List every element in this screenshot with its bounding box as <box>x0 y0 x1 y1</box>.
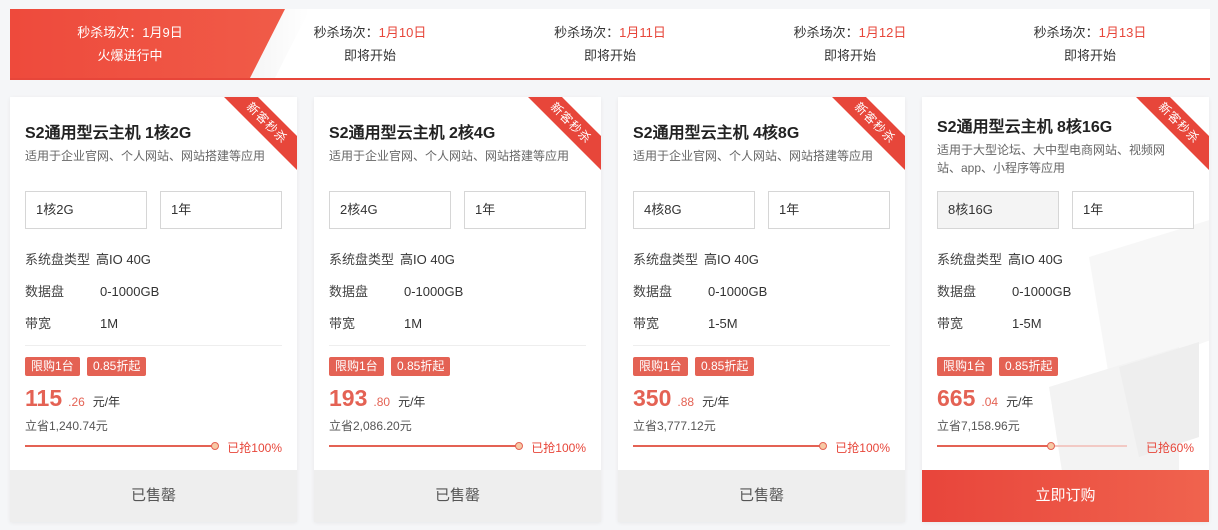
spec-data-disk: 数据盘 0-1000GB <box>25 284 160 299</box>
sold-out-button[interactable]: 已售罄 <box>618 470 905 522</box>
grabbed-percent: 已抢100% <box>531 441 586 455</box>
tab-jan-12[interactable]: 秒杀场次：1月12日 即将开始 <box>730 9 970 78</box>
tab-prefix: 秒杀场次： <box>77 25 143 40</box>
grabbed-percent: 已抢100% <box>835 441 890 455</box>
spec-disk-type: 系统盘类型 高IO 40G <box>329 252 455 267</box>
card-title: S2通用型云主机 4核8G <box>633 125 800 142</box>
tab-status: 即将开始 <box>583 48 636 63</box>
tab-prefix: 秒杀场次： <box>1033 25 1099 40</box>
progress-knob <box>1047 442 1055 450</box>
divider <box>25 345 282 346</box>
limit-tag: 限购1台 <box>633 357 688 376</box>
tab-date: 1月13日 <box>1098 25 1147 40</box>
tab-prefix: 秒杀场次： <box>793 25 859 40</box>
savings-text: 立省7,158.96元 <box>937 419 1020 433</box>
progress-knob <box>515 442 523 450</box>
spec-data-disk: 数据盘 0-1000GB <box>937 284 1072 299</box>
tab-jan-10[interactable]: 秒杀场次：1月10日 即将开始 <box>250 9 490 78</box>
tab-jan-9[interactable]: 秒杀场次：1月9日 火爆进行中 <box>10 9 250 78</box>
card-title: S2通用型云主机 8核16G <box>937 119 1113 136</box>
config-select[interactable]: 4核8G <box>633 191 755 229</box>
progress-fill <box>329 445 519 447</box>
discount-tag: 0.85折起 <box>391 357 451 376</box>
sold-progress-bar <box>633 442 827 450</box>
price: 350.88 元/年 <box>633 385 730 411</box>
spec-bandwidth: 带宽 1-5M <box>937 316 1042 331</box>
order-now-button[interactable]: 立即订购 <box>922 470 1209 522</box>
savings-text: 立省2,086.20元 <box>329 419 412 433</box>
grabbed-percent: 已抢100% <box>227 441 282 455</box>
tab-date: 1月9日 <box>142 25 183 40</box>
card-description: 适用于企业官网、个人网站、网站搭建等应用 <box>633 149 874 163</box>
tab-status: 火爆进行中 <box>97 48 163 63</box>
tab-jan-11[interactable]: 秒杀场次：1月11日 即将开始 <box>490 9 730 78</box>
product-card: 新客秒杀 S2通用型云主机 1核2G 适用于企业官网、个人网站、网站搭建等应用 … <box>10 97 297 522</box>
config-select[interactable]: 2核4G <box>329 191 451 229</box>
tab-date: 1月10日 <box>378 25 427 40</box>
tab-prefix: 秒杀场次： <box>554 25 620 40</box>
tab-date: 1月12日 <box>858 25 907 40</box>
product-card: 新客秒杀 S2通用型云主机 4核8G 适用于企业官网、个人网站、网站搭建等应用 … <box>618 97 905 522</box>
card-title: S2通用型云主机 1核2G <box>25 125 192 142</box>
tab-date: 1月11日 <box>619 25 666 40</box>
price: 193.80 元/年 <box>329 385 426 411</box>
card-description: 适用于企业官网、个人网站、网站搭建等应用 <box>25 149 266 163</box>
spec-bandwidth: 带宽 1-5M <box>633 316 738 331</box>
tab-jan-13[interactable]: 秒杀场次：1月13日 即将开始 <box>970 9 1210 78</box>
spec-data-disk: 数据盘 0-1000GB <box>633 284 768 299</box>
spec-disk-type: 系统盘类型 高IO 40G <box>25 252 151 267</box>
term-select[interactable]: 1年 <box>160 191 282 229</box>
spec-bandwidth: 带宽 1M <box>329 316 423 331</box>
price: 665.04 元/年 <box>937 385 1034 411</box>
progress-knob <box>211 442 219 450</box>
savings-text: 立省3,777.12元 <box>633 419 716 433</box>
sold-progress-bar <box>25 442 219 450</box>
product-card: 新客秒杀 S2通用型云主机 8核16G 适用于大型论坛、大中型电商网站、视频网站… <box>922 97 1209 522</box>
limit-tag: 限购1台 <box>25 357 80 376</box>
sold-out-button[interactable]: 已售罄 <box>10 470 297 522</box>
tab-prefix: 秒杀场次： <box>313 25 379 40</box>
tab-status: 即将开始 <box>1063 48 1116 63</box>
limit-tag: 限购1台 <box>329 357 384 376</box>
divider <box>329 345 586 346</box>
discount-tag: 0.85折起 <box>999 357 1059 376</box>
config-select[interactable]: 1核2G <box>25 191 147 229</box>
term-select[interactable]: 1年 <box>768 191 890 229</box>
progress-fill <box>25 445 215 447</box>
product-card: 新客秒杀 S2通用型云主机 2核4G 适用于企业官网、个人网站、网站搭建等应用 … <box>314 97 601 522</box>
divider <box>633 345 890 346</box>
spec-disk-type: 系统盘类型 高IO 40G <box>633 252 759 267</box>
term-select[interactable]: 1年 <box>464 191 586 229</box>
savings-text: 立省1,240.74元 <box>25 419 108 433</box>
sold-out-button[interactable]: 已售罄 <box>314 470 601 522</box>
progress-fill <box>937 445 1051 447</box>
config-select[interactable]: 8核16G <box>937 191 1059 229</box>
tab-status: 即将开始 <box>823 48 876 63</box>
progress-fill <box>633 445 823 447</box>
tab-status: 即将开始 <box>343 48 396 63</box>
spec-data-disk: 数据盘 0-1000GB <box>329 284 464 299</box>
progress-knob <box>819 442 827 450</box>
card-description: 适用于大型论坛、大中型电商网站、视频网站、app、小程序等应用 <box>937 143 1166 175</box>
sold-progress-bar <box>937 442 1127 450</box>
sold-progress-bar <box>329 442 523 450</box>
session-tabs: 秒杀场次：1月9日 火爆进行中 秒杀场次：1月10日 即将开始 秒杀场次：1月1… <box>10 9 1210 80</box>
spec-bandwidth: 带宽 1M <box>25 316 119 331</box>
spec-disk-type: 系统盘类型 高IO 40G <box>937 252 1063 267</box>
term-select[interactable]: 1年 <box>1072 191 1194 229</box>
limit-tag: 限购1台 <box>937 357 992 376</box>
card-description: 适用于企业官网、个人网站、网站搭建等应用 <box>329 149 570 163</box>
price: 115.26 元/年 <box>25 385 121 411</box>
discount-tag: 0.85折起 <box>87 357 147 376</box>
discount-tag: 0.85折起 <box>695 357 755 376</box>
grabbed-percent: 已抢60% <box>1145 441 1194 455</box>
card-title: S2通用型云主机 2核4G <box>329 125 496 142</box>
